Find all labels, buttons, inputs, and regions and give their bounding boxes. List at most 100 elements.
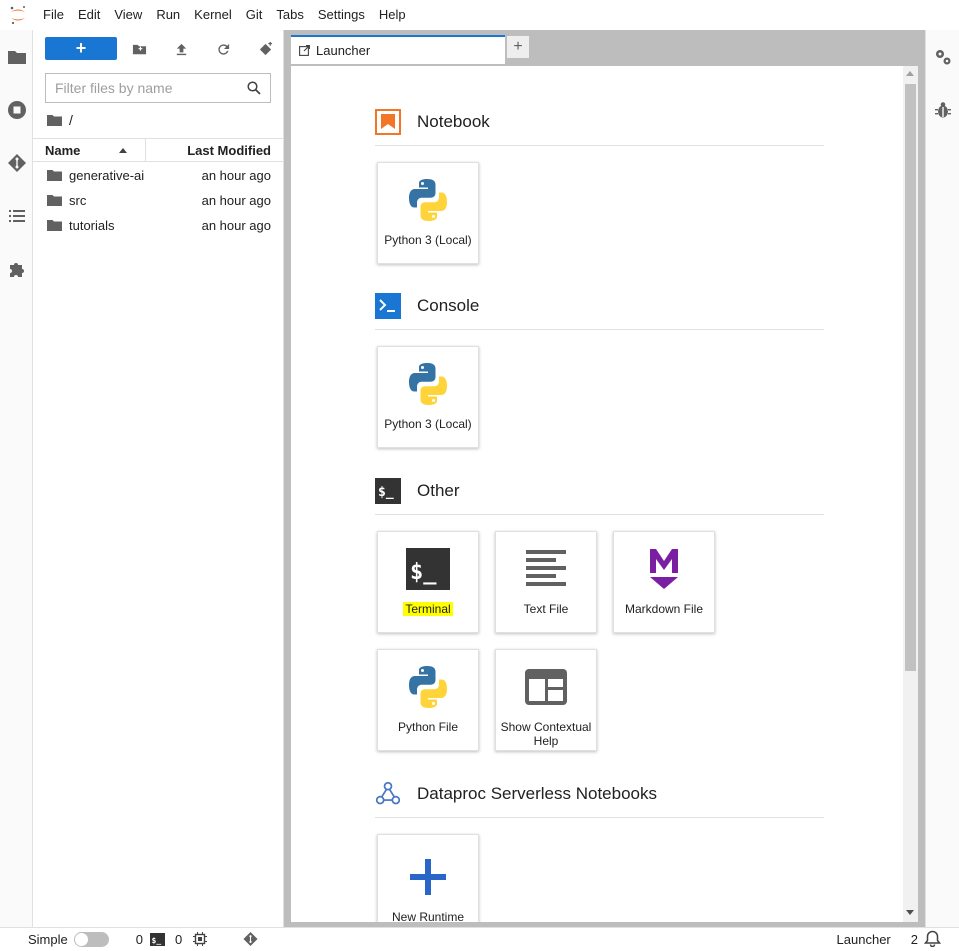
file-row[interactable]: generative-ai an hour ago bbox=[33, 163, 284, 188]
launcher-scrollbar[interactable] bbox=[903, 66, 918, 922]
section-dataproc-title: Dataproc Serverless Notebooks bbox=[417, 784, 658, 803]
card-python-file[interactable]: Python File bbox=[377, 649, 479, 751]
launcher-panel: Notebook Python 3 (Local) Console Python… bbox=[291, 66, 918, 922]
console-section-icon bbox=[375, 293, 401, 319]
new-tab-button[interactable]: + bbox=[506, 35, 530, 59]
scrollbar-thumb[interactable] bbox=[905, 84, 916, 671]
tab-launcher[interactable]: Launcher bbox=[291, 35, 505, 64]
new-folder-button[interactable] bbox=[128, 38, 150, 60]
launcher-tab-icon bbox=[299, 45, 310, 56]
card-label: Python 3 (Local) bbox=[384, 417, 472, 431]
menu-settings[interactable]: Settings bbox=[311, 0, 372, 30]
section-other: $_ Other bbox=[375, 471, 460, 511]
card-label: Show Contextual Help bbox=[500, 720, 592, 748]
card-label: Python File bbox=[397, 720, 459, 734]
svg-text:$_: $_ bbox=[151, 936, 161, 945]
menu-edit[interactable]: Edit bbox=[71, 0, 107, 30]
file-browser-tab[interactable] bbox=[0, 30, 33, 83]
file-browser-panel: + / Name Last Modified gener bbox=[33, 30, 284, 927]
kernels-count[interactable]: 0 bbox=[136, 932, 143, 947]
card-label: Terminal bbox=[403, 602, 453, 616]
section-divider bbox=[375, 329, 824, 330]
property-inspector-tab[interactable] bbox=[926, 30, 959, 83]
plus-icon bbox=[400, 849, 456, 905]
card-terminal[interactable]: $_ Terminal bbox=[377, 531, 479, 633]
file-row[interactable]: tutorials an hour ago bbox=[33, 213, 284, 238]
bell-icon[interactable] bbox=[923, 930, 942, 950]
menu-file[interactable]: File bbox=[36, 0, 71, 30]
terminal-icon: $_ bbox=[400, 541, 456, 597]
svg-text:$_: $_ bbox=[378, 485, 394, 500]
scroll-down-arrow-icon[interactable] bbox=[906, 910, 914, 915]
extension-manager-tab[interactable] bbox=[0, 242, 33, 295]
refresh-button[interactable] bbox=[212, 38, 234, 60]
jupyter-logo-icon bbox=[0, 0, 36, 30]
section-notebook-title: Notebook bbox=[417, 112, 490, 131]
file-filter-input[interactable] bbox=[46, 75, 241, 101]
new-launcher-button[interactable]: + bbox=[45, 37, 117, 60]
file-modified: an hour ago bbox=[201, 218, 271, 233]
file-browser-toolbar: + bbox=[33, 30, 284, 68]
simple-mode-label: Simple bbox=[28, 931, 68, 947]
simple-mode-toggle[interactable] bbox=[73, 931, 109, 947]
git-status-icon[interactable] bbox=[243, 931, 258, 947]
card-markdown-file[interactable]: Markdown File bbox=[613, 531, 715, 633]
cpu-icon[interactable] bbox=[192, 932, 207, 946]
card-label-wrap: Terminal bbox=[399, 602, 456, 616]
file-name: src bbox=[69, 193, 87, 208]
terminals-count[interactable]: 0 bbox=[175, 932, 182, 947]
notebook-section-icon bbox=[375, 109, 401, 135]
breadcrumb-root[interactable]: / bbox=[69, 112, 73, 128]
notification-count[interactable]: 2 bbox=[911, 932, 918, 947]
left-activity-bar bbox=[0, 30, 33, 927]
upload-button[interactable] bbox=[170, 38, 192, 60]
file-modified: an hour ago bbox=[201, 193, 271, 208]
folder-icon[interactable] bbox=[47, 114, 62, 127]
menu-tabs[interactable]: Tabs bbox=[269, 0, 310, 30]
folder-icon bbox=[7, 50, 26, 64]
card-label: Text File bbox=[523, 602, 569, 616]
card-label: Python 3 (Local) bbox=[384, 233, 472, 247]
card-console-python3[interactable]: Python 3 (Local) bbox=[377, 346, 479, 448]
menu-git[interactable]: Git bbox=[239, 0, 270, 30]
card-contextual-help[interactable]: Show Contextual Help bbox=[495, 649, 597, 751]
sort-ascending-icon bbox=[119, 148, 127, 153]
card-notebook-python3[interactable]: Python 3 (Local) bbox=[377, 162, 479, 264]
toggle-knob bbox=[74, 932, 88, 946]
git-tab[interactable] bbox=[0, 136, 33, 189]
scroll-up-arrow-icon[interactable] bbox=[906, 71, 914, 76]
git-icon bbox=[7, 153, 26, 172]
column-header-name[interactable]: Name bbox=[33, 139, 146, 161]
new-folder-icon bbox=[132, 44, 146, 54]
column-header-last-modified[interactable]: Last Modified bbox=[146, 139, 284, 161]
running-sessions-tab[interactable] bbox=[0, 83, 33, 136]
card-label: Markdown File bbox=[624, 602, 704, 616]
card-label: New Runtime Template bbox=[391, 910, 465, 922]
menu-kernel[interactable]: Kernel bbox=[187, 0, 239, 30]
dataproc-section-icon bbox=[375, 781, 401, 807]
menu-run[interactable]: Run bbox=[149, 0, 187, 30]
git-clone-button[interactable] bbox=[254, 38, 276, 60]
debugger-tab[interactable] bbox=[926, 83, 959, 136]
markdown-icon bbox=[636, 541, 692, 597]
terminal-section-icon: $_ bbox=[375, 478, 401, 504]
right-activity-bar bbox=[925, 30, 959, 927]
menu-view[interactable]: View bbox=[107, 0, 149, 30]
bug-icon bbox=[935, 101, 951, 117]
section-divider bbox=[375, 817, 824, 818]
python-logo-icon bbox=[400, 659, 456, 715]
search-icon bbox=[241, 81, 267, 95]
status-bar: Simple 0 $_ 0 Launcher 2 bbox=[0, 927, 959, 950]
terminal-icon[interactable]: $_ bbox=[149, 932, 165, 946]
file-name: tutorials bbox=[69, 218, 115, 233]
tab-bar: Launcher + bbox=[284, 30, 925, 66]
menu-help[interactable]: Help bbox=[372, 0, 413, 30]
list-icon bbox=[8, 209, 25, 222]
file-row[interactable]: src an hour ago bbox=[33, 188, 284, 213]
table-of-contents-tab[interactable] bbox=[0, 189, 33, 242]
card-new-runtime-template[interactable]: New Runtime Template bbox=[377, 834, 479, 922]
section-dataproc: Dataproc Serverless Notebooks bbox=[375, 774, 657, 814]
card-text-file[interactable]: Text File bbox=[495, 531, 597, 633]
folder-icon bbox=[47, 195, 62, 206]
file-name: generative-ai bbox=[69, 168, 145, 183]
